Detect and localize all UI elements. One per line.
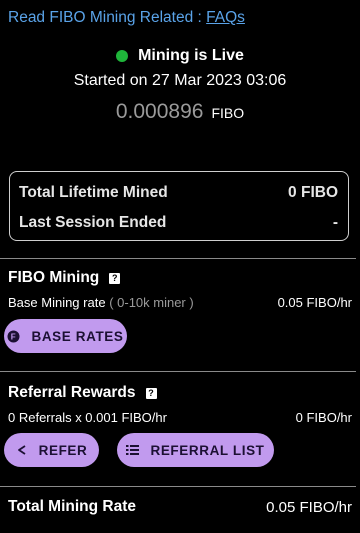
faq-line: Read FIBO Mining Related : FAQs [8,9,245,27]
base-rate-label: Base Mining rate [8,295,106,310]
balance-display: 0.000896 FIBO [0,100,360,124]
session-row: Last Session Ended - [19,214,338,232]
base-rate-label-group: Base Mining rate ( 0-10k miner ) [8,295,194,310]
svg-text:F: F [11,332,17,341]
referral-formula: 0 Referrals x 0.001 FIBO/hr [8,410,167,425]
fibo-mining-title-text: FIBO Mining [8,269,100,286]
total-mining-rate-row: Total Mining Rate 0.05 FIBO/hr [8,498,352,516]
base-rate-row: Base Mining rate ( 0-10k miner ) 0.05 FI… [8,295,352,310]
lifetime-value: 0 FIBO [288,184,338,201]
fibo-mining-title: FIBO Mining ? [8,269,121,287]
base-rates-button[interactable]: F BASE RATES [4,319,127,353]
referral-value: 0 FIBO/hr [295,410,352,425]
session-label: Last Session Ended [19,214,167,231]
base-rate-value: 0.05 FIBO/hr [277,295,352,310]
faq-link[interactable]: FAQs [206,9,245,26]
faq-prefix: Read FIBO Mining Related : [8,9,207,26]
live-indicator-icon [116,50,129,62]
total-mining-rate-value: 0.05 FIBO/hr [266,498,352,516]
referral-rate-row: 0 Referrals x 0.001 FIBO/hr 0 FIBO/hr [8,410,352,425]
lifetime-label: Total Lifetime Mined [19,184,168,201]
divider [0,486,356,487]
mining-status: Mining is Live [0,47,360,65]
referral-title-text: Referral Rewards [8,384,136,401]
help-icon[interactable]: ? [145,387,157,399]
referral-list-button[interactable]: REFERRAL LIST [117,433,274,467]
help-icon[interactable]: ? [109,272,121,284]
balance-value: 0.000896 [115,100,204,123]
refer-button[interactable]: REFER [4,433,99,467]
total-mining-rate-label: Total Mining Rate [8,498,137,515]
summary-card: Total Lifetime Mined 0 FIBO Last Session… [9,171,349,241]
lifetime-row: Total Lifetime Mined 0 FIBO [19,184,338,202]
referral-list-label: REFERRAL LIST [150,442,265,458]
list-icon [126,444,140,456]
balance-unit: FIBO [211,105,245,121]
divider [0,258,356,259]
started-timestamp: Started on 27 Mar 2023 03:06 [73,72,287,89]
base-rate-note: ( 0-10k miner ) [109,295,194,310]
share-icon [16,444,28,456]
base-rates-label: BASE RATES [31,328,124,344]
refer-label: REFER [38,442,88,458]
referral-title: Referral Rewards ? [8,384,157,402]
session-value: - [332,214,338,231]
fibo-coin-icon: F [7,330,20,343]
divider [0,371,356,372]
mining-status-label: Mining is Live [138,47,244,64]
